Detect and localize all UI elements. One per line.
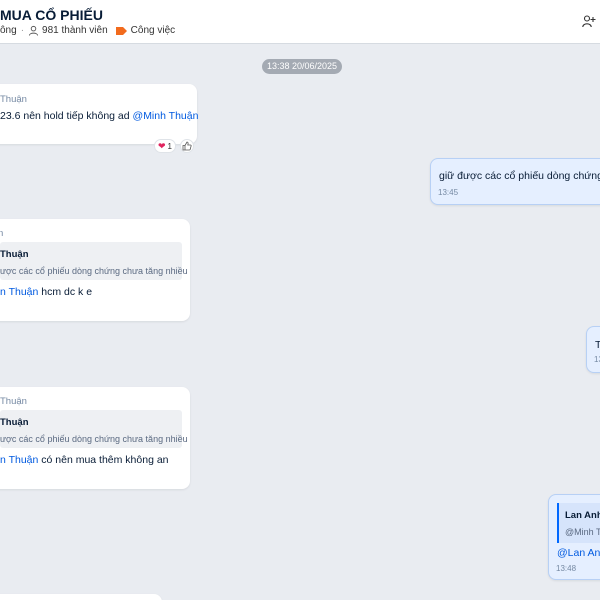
message-bubble[interactable]: Thuận Thuận ược các cổ phiếu dòng chứng … xyxy=(0,387,190,489)
tag-icon xyxy=(115,26,127,35)
quote-text: @Minh Th xyxy=(565,527,600,537)
quote-text: ược các cổ phiếu dòng chứng chưa tăng nh… xyxy=(0,434,188,444)
mention-link[interactable]: @Lan Anh xyxy=(557,547,600,559)
quoted-message[interactable]: Thuận ược các cổ phiếu dòng chứng chưa t… xyxy=(0,410,188,448)
message-text: n Thuận hcm dc k e xyxy=(0,286,92,298)
message-bubble[interactable]: n Thuận ược các cổ phiếu dòng chứng chưa… xyxy=(0,219,190,321)
user-icon xyxy=(28,25,39,36)
message-bubble[interactable] xyxy=(0,594,162,600)
group-info: ông · 981 thành viên Công việc xyxy=(0,25,175,36)
member-count[interactable]: 981 thành viên xyxy=(42,25,108,36)
community-label: ông xyxy=(0,25,17,36)
quote-text: ược các cổ phiếu dòng chứng chưa tăng nh… xyxy=(0,266,188,276)
message-time: 13 xyxy=(594,355,600,364)
date-divider: 13:38 20/06/2025 xyxy=(262,59,342,74)
sender-name: Thuận xyxy=(0,94,27,105)
separator-dot: · xyxy=(20,25,25,36)
my-message-bubble[interactable]: Th 13 xyxy=(586,326,600,373)
quoted-message[interactable]: Lan Anh @Minh Th xyxy=(557,503,600,543)
category-tag[interactable]: Công việc xyxy=(131,25,175,36)
message-body: có nên mua thêm không an xyxy=(38,454,169,466)
quote-author: Thuận xyxy=(0,417,29,428)
add-member-icon[interactable] xyxy=(582,14,596,28)
message-text: @Lan Anh xyxy=(557,547,600,559)
mention-link[interactable]: n Thuận xyxy=(0,286,38,298)
group-title[interactable]: MUA CỔ PHIẾU xyxy=(0,7,103,23)
mention-link[interactable]: n Thuận xyxy=(0,454,38,466)
message-body: hcm dc k e xyxy=(38,286,93,298)
message-text: Th xyxy=(595,339,600,351)
message-bubble[interactable]: Thuận 23.6 nên hold tiếp không ad @Minh … xyxy=(0,84,198,144)
quote-author: Lan Anh xyxy=(565,510,600,521)
message-text: giữ được các cổ phiếu dòng chứng c xyxy=(439,170,600,182)
heart-icon: ❤ xyxy=(158,140,166,151)
chat-header: MUA CỔ PHIẾU ông · 981 thành viên Công v… xyxy=(0,0,600,44)
message-text: 23.6 nên hold tiếp không ad @Minh Thuận xyxy=(0,110,198,122)
my-message-bubble[interactable]: Lan Anh @Minh Th @Lan Anh 13:48 xyxy=(548,494,600,580)
reaction-badge[interactable]: ❤ 1 xyxy=(154,139,176,153)
thumbs-up-icon xyxy=(182,141,192,151)
reaction-count: 1 xyxy=(167,141,172,151)
sender-name: Thuận xyxy=(0,396,27,407)
message-time: 13:48 xyxy=(556,564,577,573)
quoted-message[interactable]: Thuận ược các cổ phiếu dòng chứng chưa t… xyxy=(0,242,188,280)
message-time: 13:45 xyxy=(438,188,459,197)
sender-name: n xyxy=(0,228,4,239)
quote-author: Thuận xyxy=(0,249,29,260)
message-body: 23.6 nên hold tiếp không ad xyxy=(0,110,133,122)
mention-link[interactable]: @Minh Thuận xyxy=(133,110,199,122)
message-text: n Thuận có nên mua thêm không an xyxy=(0,454,169,466)
my-message-bubble[interactable]: giữ được các cổ phiếu dòng chứng c 13:45 xyxy=(430,158,600,205)
like-button[interactable] xyxy=(180,139,194,153)
